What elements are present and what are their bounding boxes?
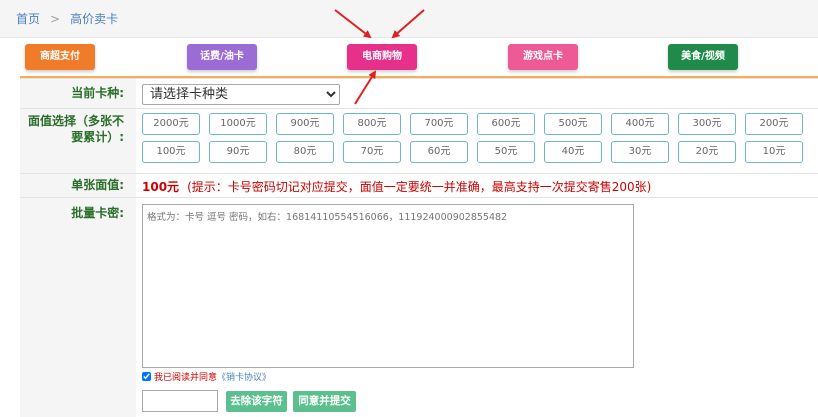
denomination-row: 面值选择（多张不要累计）: 2000元 1000元 900元 800元 700元 600元… — [20, 108, 818, 173]
denomination-label: 面值选择（多张不要累计）: — [20, 109, 136, 173]
unit-price-value: 100元 — [142, 180, 180, 194]
denomination-button[interactable]: 10元 — [745, 141, 803, 163]
breadcrumb-current[interactable]: 高价卖卡 — [70, 12, 118, 26]
unit-price-text: 100元 (提示：卡号密码切记对应提交，面值一定要统一并准确，最高支持一次提交寄售… — [142, 178, 651, 195]
denomination-button[interactable]: 2000元 — [142, 113, 200, 135]
denomination-button[interactable]: 90元 — [209, 141, 267, 163]
submit-button[interactable]: 同意并提交 — [293, 391, 356, 412]
denomination-button[interactable]: 60元 — [410, 141, 468, 163]
agreement-line: 我已阅读并同意《销卡协议》 — [142, 370, 271, 383]
denomination-button[interactable]: 700元 — [410, 113, 468, 135]
agreement-checkbox[interactable] — [142, 372, 151, 381]
denomination-button[interactable]: 800元 — [343, 113, 401, 135]
denomination-button[interactable]: 40元 — [544, 141, 602, 163]
breadcrumb-separator: > — [50, 12, 61, 26]
batch-cards-row: 批量卡密: 我已阅读并同意《销卡协议》 去除该字符 同意并提交 — [20, 197, 818, 417]
category-bar: 商超支付 话费/油卡 电商购物 游戏点卡 美食/视频 — [20, 38, 818, 78]
unit-price-label: 单张面值: — [20, 174, 136, 197]
denomination-button[interactable]: 500元 — [544, 113, 602, 135]
category-button-food-video[interactable]: 美食/视频 — [668, 44, 738, 70]
denomination-button[interactable]: 1000元 — [209, 113, 267, 135]
denomination-button[interactable]: 50元 — [477, 141, 535, 163]
breadcrumb: 首页 > 高价卖卡 — [0, 0, 818, 38]
category-button-supermarket[interactable]: 商超支付 — [25, 44, 95, 70]
denomination-button[interactable]: 30元 — [611, 141, 669, 163]
denomination-button[interactable]: 400元 — [611, 113, 669, 135]
remove-chars-button[interactable]: 去除该字符 — [226, 391, 287, 412]
denomination-button[interactable]: 100元 — [142, 141, 200, 163]
category-button-game[interactable]: 游戏点卡 — [508, 44, 578, 70]
denomination-button[interactable]: 80元 — [276, 141, 334, 163]
denomination-button[interactable]: 600元 — [477, 113, 535, 135]
denomination-button[interactable]: 20元 — [678, 141, 736, 163]
unit-price-hint: (提示：卡号密码切记对应提交，面值一定要统一并准确，最高支持一次提交寄售200张… — [187, 180, 652, 194]
agreement-link[interactable]: 《销卡协议》 — [217, 373, 271, 383]
card-type-label: 当前卡种: — [20, 79, 136, 108]
category-button-ecommerce[interactable]: 电商购物 — [347, 44, 417, 70]
breadcrumb-home-link[interactable]: 首页 — [16, 12, 40, 26]
card-type-select[interactable]: 请选择卡种类 — [142, 84, 340, 105]
batch-cards-label: 批量卡密: — [20, 198, 136, 417]
denomination-button[interactable]: 300元 — [678, 113, 736, 135]
remove-chars-input[interactable] — [142, 390, 218, 412]
unit-price-row: 单张面值: 100元 (提示：卡号密码切记对应提交，面值一定要统一并准确，最高支持… — [20, 173, 818, 197]
category-button-phone-fuel[interactable]: 话费/油卡 — [187, 44, 257, 70]
denomination-button[interactable]: 900元 — [276, 113, 334, 135]
denomination-button[interactable]: 200元 — [745, 113, 803, 135]
denomination-button[interactable]: 70元 — [343, 141, 401, 163]
agreement-text: 我已阅读并同意 — [154, 373, 218, 383]
batch-cards-textarea[interactable] — [142, 204, 634, 368]
card-type-row: 当前卡种: 请选择卡种类 — [20, 78, 818, 108]
denomination-grid: 2000元 1000元 900元 800元 700元 600元 500元 400元 300元 20… — [142, 109, 818, 173]
